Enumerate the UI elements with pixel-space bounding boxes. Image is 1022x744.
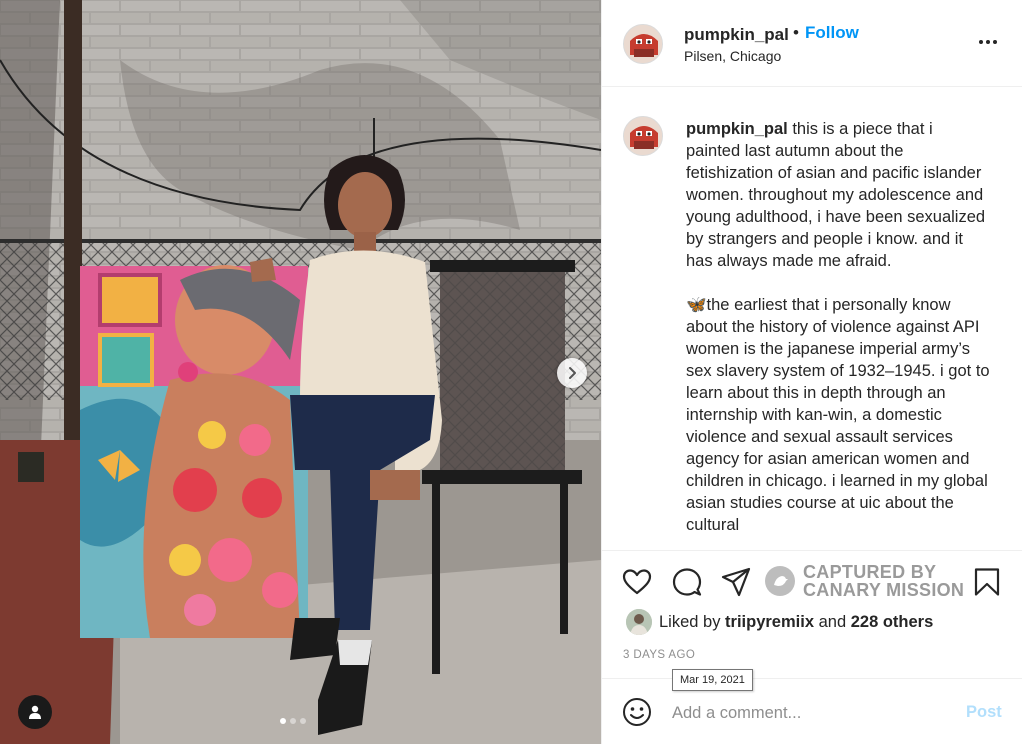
more-icon — [979, 40, 983, 44]
likes-text: Liked by triipyremiix and 228 others — [659, 613, 933, 632]
more-icon-dot — [993, 40, 997, 44]
post-comment-button[interactable]: Post — [966, 703, 1002, 722]
carousel-dot — [290, 718, 296, 724]
bird-icon — [774, 576, 788, 586]
watermark-line2: CANARY MISSION — [803, 580, 965, 600]
carousel-dot — [300, 718, 306, 724]
carousel-indicator — [280, 718, 306, 724]
more-icon-dot — [986, 40, 990, 44]
more-options-button[interactable] — [979, 36, 1003, 48]
action-bar: CAPTURED BY CANARY MISSION Liked by trii… — [602, 550, 1022, 691]
date-tooltip: Mar 19, 2021 — [672, 669, 753, 691]
avatar-image — [624, 25, 662, 63]
likes-middle: and — [814, 612, 851, 631]
post-timestamp[interactable]: 3 DAYS AGO — [623, 649, 695, 661]
likes-prefix: Liked by — [659, 612, 726, 631]
avatar-image — [624, 117, 662, 155]
post-header: pumpkin_pal • Follow Pilsen, Chicago — [602, 0, 1022, 87]
carousel-dot — [280, 718, 286, 724]
post-sidebar: pumpkin_pal • Follow Pilsen, Chicago pum… — [601, 0, 1022, 744]
comment-bar: Post — [602, 678, 1022, 744]
avatar[interactable] — [623, 24, 663, 64]
avatar[interactable] — [623, 116, 663, 156]
share-icon[interactable] — [720, 566, 752, 598]
likes-row: Liked by triipyremiix and 228 others — [626, 609, 933, 635]
watermark-text: CAPTURED BY CANARY MISSION — [803, 563, 964, 599]
user-tag-icon — [29, 705, 41, 719]
photo-illustration — [0, 0, 601, 744]
heart-icon[interactable] — [621, 566, 653, 598]
comment-icon[interactable] — [671, 566, 703, 598]
watermark-line1: CAPTURED BY — [803, 562, 937, 582]
caption-body: this is a piece that i painted last autu… — [686, 120, 990, 534]
separator-dot: • — [793, 23, 799, 42]
post-photo[interactable] — [0, 0, 601, 744]
post-username[interactable]: pumpkin_pal — [684, 25, 789, 45]
carousel-next-button[interactable] — [557, 358, 587, 388]
caption-text: pumpkin_pal this is a piece that i paint… — [686, 118, 991, 536]
post-location[interactable]: Pilsen, Chicago — [684, 48, 781, 64]
user-tags-button[interactable] — [18, 695, 52, 729]
bookmark-icon[interactable] — [971, 566, 1003, 598]
liker-avatar-image — [626, 609, 652, 635]
canary-logo-icon — [765, 566, 795, 596]
caption-area[interactable]: pumpkin_pal this is a piece that i paint… — [602, 88, 1022, 550]
watermark: CAPTURED BY CANARY MISSION — [765, 563, 964, 599]
follow-button[interactable]: Follow — [805, 23, 859, 43]
likes-others-link[interactable]: 228 others — [851, 613, 934, 631]
comment-input[interactable] — [672, 701, 952, 725]
chevron-right-icon — [569, 367, 576, 379]
emoji-icon[interactable] — [621, 696, 653, 728]
liker-avatar[interactable] — [626, 609, 652, 635]
caption-username[interactable]: pumpkin_pal — [686, 120, 788, 138]
liker-username[interactable]: triipyremiix — [725, 613, 814, 631]
